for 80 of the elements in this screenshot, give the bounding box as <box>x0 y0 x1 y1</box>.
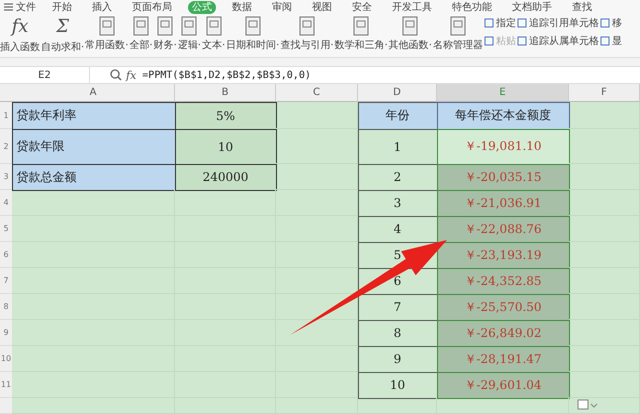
select-all-corner[interactable] <box>0 84 12 102</box>
row-number[interactable]: 5 <box>0 216 12 242</box>
table-cell: ￥-23,193.19 <box>436 242 570 268</box>
table-cell: ￥-22,088.76 <box>436 216 570 242</box>
row-number[interactable]: 8 <box>0 294 12 320</box>
ribbon-small-button[interactable]: 移 <box>600 16 622 30</box>
row-number[interactable]: 7 <box>0 268 12 294</box>
row-number[interactable]: 6 <box>0 242 12 268</box>
zoom-icon <box>110 69 122 81</box>
ribbon-button[interactable]: 财务· <box>154 16 177 52</box>
ribbon-tab[interactable]: 视图 <box>308 0 336 14</box>
ribbon-button[interactable]: fx 插入函数 <box>0 16 40 54</box>
ribbon-tab[interactable]: 插入 <box>88 0 116 14</box>
ribbon-button[interactable]: 查找与引用· <box>280 16 334 52</box>
table-cell: ￥-26,849.02 <box>436 320 570 346</box>
trace-icon <box>600 36 610 46</box>
table-cell: ￥-28,191.47 <box>436 346 570 372</box>
trace-icon <box>516 36 527 46</box>
row-number[interactable]: 1 <box>0 102 12 129</box>
trace-icon <box>600 18 610 28</box>
column-header[interactable]: C <box>276 84 358 102</box>
ribbon-button[interactable]: 名称管理器 <box>432 16 483 52</box>
ribbon-small-button[interactable]: 指定 <box>484 16 516 30</box>
ribbon-button[interactable]: 常用函数· <box>85 16 128 52</box>
ribbon-button[interactable]: 其他函数· <box>388 16 432 52</box>
row-number[interactable]: 9 <box>0 320 12 346</box>
column-header[interactable]: F <box>569 84 640 102</box>
row-number[interactable]: 2 <box>0 129 12 164</box>
table-cell: 每年偿还本金额度 <box>436 102 570 130</box>
ribbon-small-button[interactable]: 追踪引用单元格 <box>516 16 599 30</box>
function-glyph: fx <box>12 16 28 38</box>
menu-icon[interactable] <box>4 3 13 11</box>
column-header[interactable]: B <box>175 84 276 102</box>
fx-label[interactable]: fx <box>126 68 136 82</box>
ribbon-button[interactable]: 文本· <box>202 16 226 52</box>
table-cell: ￥-24,352.85 <box>436 268 570 294</box>
formula-field[interactable]: =PPMT($B$1,D2,$B$2,$B$3,0,0) <box>142 70 311 80</box>
row-number[interactable]: 4 <box>0 190 12 216</box>
ribbon-button[interactable]: 日期和时间· <box>226 16 280 52</box>
table-cell: ￥-21,036.91 <box>436 190 570 216</box>
table-cell: 5% <box>174 102 276 130</box>
table-cell: 10 <box>358 372 438 398</box>
row-number[interactable]: 11 <box>0 372 12 398</box>
table-cell: 贷款年限 <box>12 128 176 164</box>
table-cell: 240000 <box>174 164 276 190</box>
ribbon-tab[interactable]: 开始 <box>48 0 76 14</box>
row-number[interactable]: 3 <box>0 164 12 190</box>
ribbon-tab[interactable]: 开发工具 <box>388 0 436 14</box>
ribbon-button[interactable]: 数学和三角· <box>334 16 388 52</box>
column-header[interactable]: D <box>358 84 437 102</box>
table-cell: 贷款年利率 <box>12 102 176 130</box>
row-number[interactable]: 10 <box>0 346 12 372</box>
trace-icon <box>484 18 494 28</box>
trace-icon <box>516 18 527 28</box>
ribbon-button[interactable]: 全部· <box>129 16 153 52</box>
table-cell: ￥-19,081.10 <box>436 128 570 164</box>
paste-options-icon <box>578 400 598 410</box>
ribbon-small-button[interactable]: 显 <box>600 34 622 48</box>
search-button[interactable]: 查找 <box>568 0 596 14</box>
ribbon-tab[interactable]: 页面布局 <box>128 0 176 14</box>
file-menu[interactable]: 文件 <box>16 0 36 14</box>
table-cell: 10 <box>174 128 276 164</box>
ribbon-tab[interactable]: 特色功能 <box>448 0 496 14</box>
table-cell: 贷款总金额 <box>12 164 176 190</box>
function-glyph: Σ <box>56 16 69 38</box>
ribbon-button[interactable]: 逻辑· <box>178 16 201 52</box>
ribbon-tab[interactable]: 文档助手 <box>508 0 556 14</box>
table-cell: ￥-29,601.04 <box>436 372 570 398</box>
trace-icon <box>484 36 494 46</box>
table-cell: ￥-20,035.15 <box>436 164 570 190</box>
ribbon-button[interactable]: Σ 自动求和· <box>41 16 84 54</box>
ribbon-tab[interactable]: 数据 <box>228 0 256 14</box>
ribbon-tab[interactable]: 审阅 <box>268 0 296 14</box>
column-header[interactable]: A <box>12 84 175 102</box>
row-header[interactable] <box>0 398 12 414</box>
table-cell: ￥-25,570.50 <box>436 294 570 320</box>
name-box[interactable]: E2 <box>0 67 90 83</box>
table-cell: 年份 <box>358 102 438 130</box>
ribbon-small-button[interactable]: 追踪从属单元格 <box>516 34 599 48</box>
ribbon-tab[interactable]: 安全 <box>348 0 376 14</box>
